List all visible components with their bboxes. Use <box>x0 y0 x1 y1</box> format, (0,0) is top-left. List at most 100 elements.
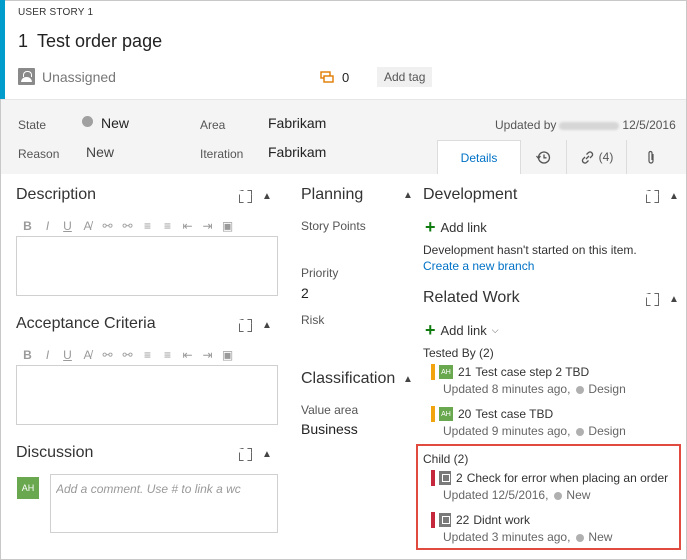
state-dot-icon <box>576 385 585 394</box>
highlight-icon[interactable]: A̸ <box>80 348 95 362</box>
italic-icon[interactable]: I <box>40 219 55 233</box>
planning-title: Planning <box>301 186 364 203</box>
maximize-icon[interactable] <box>239 319 252 332</box>
iteration-label: Iteration <box>200 147 244 161</box>
description-toolbar: B I U A̸ ⚯ ⚯ ≡ ≡ ⇤ ⇥ ▣ <box>20 219 235 233</box>
underline-icon[interactable]: U <box>60 348 75 362</box>
list-item[interactable]: AH 21 Test case step 2 TBD Updated 8 min… <box>431 364 626 396</box>
assigned-to-picker[interactable]: Unassigned <box>18 68 116 85</box>
work-item-color-accent <box>0 0 5 99</box>
value-area-field[interactable]: Business <box>301 421 358 437</box>
test-case-icon: AH <box>439 407 453 421</box>
comments-icon <box>320 71 334 83</box>
collapse-chevron-icon[interactable]: ▲ <box>262 191 272 202</box>
area-path-field[interactable]: Fabrikam <box>268 115 326 131</box>
maximize-icon[interactable] <box>239 190 252 203</box>
discussion-title: Discussion <box>16 444 94 461</box>
tab-attachments[interactable] <box>626 140 674 174</box>
increase-indent-icon[interactable]: ⇥ <box>200 219 215 233</box>
blurred-user-name <box>559 121 620 130</box>
planning-controls: ▲ <box>403 190 413 201</box>
collapse-chevron-icon[interactable]: ▲ <box>669 191 679 202</box>
chevron-down-icon: ⌵ <box>491 325 499 335</box>
bullet-list-icon[interactable]: ≡ <box>140 219 155 233</box>
collapse-chevron-icon[interactable]: ▲ <box>669 294 679 305</box>
history-icon <box>536 150 551 164</box>
insert-image-icon[interactable]: ▣ <box>220 348 235 362</box>
insert-image-icon[interactable]: ▣ <box>220 219 235 233</box>
comment-count[interactable]: 0 <box>320 70 349 85</box>
reason-dropdown[interactable]: New <box>86 144 114 160</box>
decrease-indent-icon[interactable]: ⇤ <box>180 219 195 233</box>
maximize-icon[interactable] <box>646 293 659 306</box>
tested-by-group-label: Tested By (2) <box>423 346 494 360</box>
increase-indent-icon[interactable]: ⇥ <box>200 348 215 362</box>
acceptance-criteria-editor[interactable] <box>16 365 278 425</box>
links-count: (4) <box>598 150 614 164</box>
list-item[interactable]: AH 20 Test case TBD Updated 9 minutes ag… <box>431 406 626 438</box>
collapse-chevron-icon[interactable]: ▲ <box>262 320 272 331</box>
work-item-title[interactable]: 1 Test order page <box>18 31 162 52</box>
underline-icon[interactable]: U <box>60 219 75 233</box>
unlink-icon[interactable]: ⚯ <box>120 348 135 362</box>
plus-icon: + <box>425 320 436 340</box>
link-icon[interactable]: ⚯ <box>100 219 115 233</box>
collapse-chevron-icon[interactable]: ▲ <box>403 374 413 385</box>
paperclip-icon <box>647 150 654 164</box>
related-item-id: 20 <box>458 407 472 421</box>
work-item-title-text[interactable]: Test order page <box>37 31 162 51</box>
story-points-label: Story Points <box>301 219 366 233</box>
classification-controls: ▲ <box>403 374 413 385</box>
maximize-icon[interactable] <box>239 448 252 461</box>
child-items-highlight-box <box>416 444 681 550</box>
collapse-chevron-icon[interactable]: ▲ <box>403 190 413 201</box>
acceptance-toolbar: B I U A̸ ⚯ ⚯ ≡ ≡ ⇤ ⇥ ▣ <box>20 348 235 362</box>
test-case-color-bar <box>431 364 435 380</box>
discussion-controls: ▲ <box>239 448 272 461</box>
highlight-icon[interactable]: A̸ <box>80 219 95 233</box>
bold-icon[interactable]: B <box>20 219 35 233</box>
development-add-link-button[interactable]: + Add link <box>425 217 487 237</box>
tab-details[interactable]: Details <box>437 140 521 174</box>
related-work-controls: ▲ <box>646 293 679 306</box>
updated-by-info[interactable]: Updated by 12/5/2016 <box>495 118 676 132</box>
reason-label: Reason <box>18 147 60 161</box>
tab-links[interactable]: (4) <box>566 140 626 174</box>
maximize-icon[interactable] <box>646 190 659 203</box>
state-color-icon <box>82 116 93 127</box>
discussion-placeholder: Add a comment. Use # to link a wc <box>56 482 241 496</box>
related-work-title: Related Work <box>423 289 520 306</box>
italic-icon[interactable]: I <box>40 348 55 362</box>
collapse-chevron-icon[interactable]: ▲ <box>262 449 272 460</box>
test-case-color-bar <box>431 406 435 422</box>
classification-title: Classification <box>301 370 396 387</box>
description-controls: ▲ <box>239 190 272 203</box>
bold-icon[interactable]: B <box>20 348 35 362</box>
plus-icon: + <box>425 217 436 237</box>
unassigned-avatar-icon <box>18 68 35 85</box>
decrease-indent-icon[interactable]: ⇤ <box>180 348 195 362</box>
add-tag-button[interactable]: Add tag <box>377 67 433 87</box>
test-case-icon: AH <box>439 365 453 379</box>
create-branch-link[interactable]: Create a new branch <box>423 259 534 273</box>
unlink-icon[interactable]: ⚯ <box>120 219 135 233</box>
link-icon <box>581 150 593 164</box>
related-work-add-link-button[interactable]: + Add link ⌵ <box>425 320 499 340</box>
priority-label: Priority <box>301 266 339 280</box>
tab-history[interactable] <box>521 140 566 174</box>
numbered-list-icon[interactable]: ≡ <box>160 348 175 362</box>
numbered-list-icon[interactable]: ≡ <box>160 219 175 233</box>
iteration-path-field[interactable]: Fabrikam <box>268 144 326 160</box>
area-label: Area <box>200 118 226 132</box>
comment-count-value: 0 <box>342 70 350 85</box>
state-label: State <box>18 118 47 132</box>
related-item-title[interactable]: Test case TBD <box>475 407 553 421</box>
link-icon[interactable]: ⚯ <box>100 348 115 362</box>
assigned-to-label: Unassigned <box>42 68 116 85</box>
state-dropdown[interactable]: New <box>101 115 129 131</box>
priority-field[interactable]: 2 <box>301 285 309 301</box>
related-item-title[interactable]: Test case step 2 TBD <box>475 365 589 379</box>
description-editor[interactable] <box>16 236 278 296</box>
bullet-list-icon[interactable]: ≡ <box>140 348 155 362</box>
form-tabs: Details (4) <box>437 140 674 174</box>
